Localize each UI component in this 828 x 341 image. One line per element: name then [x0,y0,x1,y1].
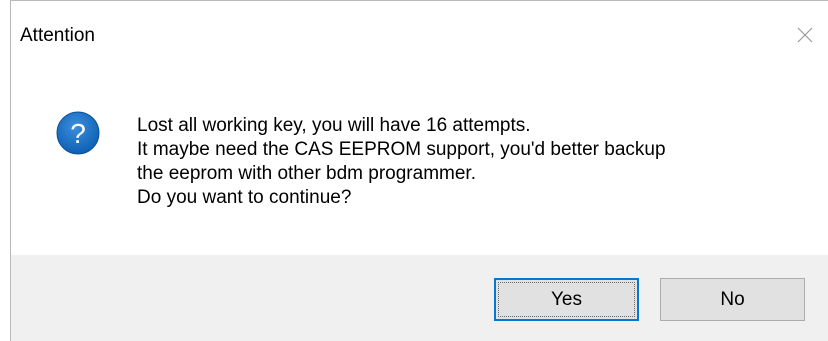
yes-button-label: Yes [551,288,582,310]
close-button[interactable] [782,15,828,55]
svg-text:?: ? [70,118,86,149]
no-button[interactable]: No [660,278,805,321]
attention-dialog: Attention ? Lost all working key, you wi… [10,0,828,341]
message-line: It maybe need the CAS EEPROM support, yo… [137,139,666,160]
no-button-label: No [720,288,745,310]
message-line: the eeprom with other bdm programmer. [137,163,476,184]
button-bar: Yes No [11,255,828,341]
yes-button[interactable]: Yes [494,278,639,321]
close-icon [796,26,814,44]
title-bar: Attention [11,1,828,71]
question-icon: ? [56,111,100,155]
message-line: Do you want to continue? [137,187,352,208]
dialog-message: Lost all working key, you will have 16 a… [137,114,666,210]
message-line: Lost all working key, you will have 16 a… [137,115,531,136]
dialog-title: Attention [20,25,95,46]
dialog-content: ? Lost all working key, you will have 16… [11,71,828,255]
